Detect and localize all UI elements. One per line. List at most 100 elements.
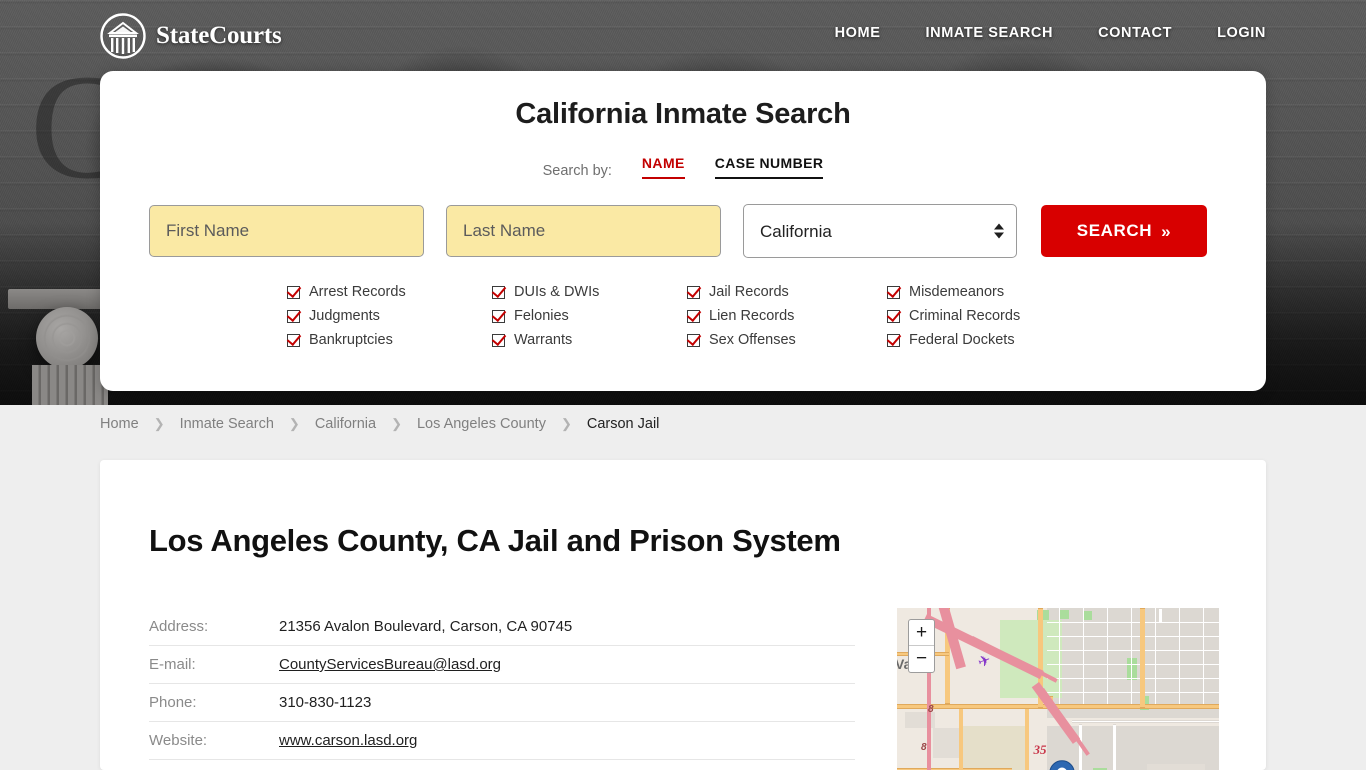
checkbox-judgments[interactable]: Judgments (287, 304, 492, 328)
breadcrumb-item-carson-jail: Carson Jail (587, 416, 660, 432)
checkbox-label: Lien Records (709, 308, 794, 324)
table-row: Address: 21356 Avalon Boulevard, Carson,… (149, 608, 855, 646)
checkbox-label: Judgments (309, 308, 380, 324)
courthouse-logo-icon (100, 13, 146, 59)
search-panel-title: California Inmate Search (100, 71, 1266, 131)
inmate-search-panel: California Inmate Search Search by: NAME… (100, 71, 1266, 391)
table-row: Facebook: https://www.facebook.com/Carso… (149, 760, 855, 770)
checkbox-criminal-records[interactable]: Criminal Records (887, 304, 1087, 328)
checkbox-federal-dockets[interactable]: Federal Dockets (887, 328, 1087, 352)
checkmark-icon (687, 310, 700, 323)
checkmark-icon (287, 334, 300, 347)
top-navigation-bar: StateCourts HOME INMATE SEARCH CONTACT L… (0, 0, 1366, 72)
breadcrumb-separator-icon: ❯ (546, 416, 587, 432)
nav-item-home[interactable]: HOME (835, 25, 881, 41)
checkbox-label: Sex Offenses (709, 332, 796, 348)
state-select[interactable]: California (743, 204, 1017, 258)
table-row: Website: www.carson.lasd.org (149, 722, 855, 760)
map-zoom-in-button[interactable]: + (909, 620, 934, 646)
double-chevron-right-icon: » (1161, 223, 1171, 240)
checkbox-sex-offenses[interactable]: Sex Offenses (687, 328, 887, 352)
breadcrumb-item-inmate-search[interactable]: Inmate Search (180, 416, 274, 432)
checkmark-icon (287, 286, 300, 299)
page-body: Los Angeles County, CA Jail and Prison S… (0, 442, 1366, 768)
checkbox-bankruptcies[interactable]: Bankruptcies (287, 328, 492, 352)
website-link[interactable]: www.carson.lasd.org (279, 732, 417, 749)
search-button[interactable]: SEARCH » (1041, 205, 1207, 257)
route-label-8b: 8 (921, 742, 927, 753)
row-value-address: 21356 Avalon Boulevard, Carson, CA 90745 (279, 608, 855, 646)
location-pin-icon (1049, 760, 1075, 770)
brand-logo[interactable]: StateCourts (100, 13, 282, 59)
breadcrumb-separator-icon: ❯ (139, 416, 180, 432)
checkmark-icon (887, 310, 900, 323)
checkbox-warrants[interactable]: Warrants (492, 328, 687, 352)
checkmark-icon (887, 286, 900, 299)
search-by-label: Search by: (543, 163, 612, 179)
row-value-website: www.carson.lasd.org (279, 722, 855, 760)
checkmark-icon (492, 286, 505, 299)
route-label-8a: 8 (928, 704, 934, 715)
checkbox-jail-records[interactable]: Jail Records (687, 280, 887, 304)
page-title: Los Angeles County, CA Jail and Prison S… (100, 460, 1266, 559)
breadcrumb-item-home[interactable]: Home (100, 416, 139, 432)
checkmark-icon (287, 310, 300, 323)
nav-item-contact[interactable]: CONTACT (1098, 25, 1172, 41)
checkbox-label: Criminal Records (909, 308, 1020, 324)
row-value-email: CountyServicesBureau@lasd.org (279, 646, 855, 684)
checkbox-misdemeanors[interactable]: Misdemeanors (887, 280, 1087, 304)
checkbox-label: Felonies (514, 308, 569, 324)
state-select-wrapper: California (743, 204, 1017, 258)
row-value-phone: 310-830-1123 (279, 684, 855, 722)
checkbox-duis-dwis[interactable]: DUIs & DWIs (492, 280, 687, 304)
breadcrumb-item-los-angeles-county[interactable]: Los Angeles County (417, 416, 546, 432)
nav-item-inmate-search[interactable]: INMATE SEARCH (926, 25, 1054, 41)
checkmark-icon (687, 334, 700, 347)
row-label-address: Address: (149, 608, 279, 646)
row-label-phone: Phone: (149, 684, 279, 722)
brand-name: StateCourts (156, 22, 282, 50)
nav-item-login[interactable]: LOGIN (1217, 25, 1266, 41)
breadcrumb-separator-icon: ❯ (376, 416, 417, 432)
row-label-email: E-mail: (149, 646, 279, 684)
last-name-input[interactable] (446, 205, 721, 257)
checkbox-arrest-records[interactable]: Arrest Records (287, 280, 492, 304)
table-row: Phone: 310-830-1123 (149, 684, 855, 722)
checkbox-label: Federal Dockets (909, 332, 1015, 348)
breadcrumb-item-california[interactable]: California (315, 416, 376, 432)
row-label-website: Website: (149, 722, 279, 760)
tab-name[interactable]: NAME (642, 155, 685, 179)
nav-links: HOME INMATE SEARCH CONTACT LOGIN (835, 25, 1266, 41)
email-link[interactable]: CountyServicesBureau@lasd.org (279, 656, 501, 673)
map-zoom-out-button[interactable]: − (909, 646, 934, 672)
checkbox-label: Arrest Records (309, 284, 406, 300)
breadcrumb: Home ❯ Inmate Search ❯ California ❯ Los … (0, 405, 1366, 442)
checkbox-felonies[interactable]: Felonies (492, 304, 687, 328)
record-type-checkbox-grid: Arrest Records DUIs & DWIs Jail Records … (100, 280, 1266, 352)
facility-detail-card: Los Angeles County, CA Jail and Prison S… (100, 460, 1266, 770)
checkbox-label: Warrants (514, 332, 572, 348)
route-shield-35: 35 (1029, 742, 1051, 757)
checkbox-lien-records[interactable]: Lien Records (687, 304, 887, 328)
facility-info-table: Address: 21356 Avalon Boulevard, Carson,… (149, 608, 855, 770)
checkmark-icon (887, 334, 900, 347)
tab-case-number[interactable]: CASE NUMBER (715, 155, 824, 179)
first-name-input[interactable] (149, 205, 424, 257)
breadcrumb-separator-icon: ❯ (274, 416, 315, 432)
search-form: California SEARCH » (100, 204, 1266, 258)
checkmark-icon (492, 310, 505, 323)
checkmark-icon (687, 286, 700, 299)
row-value-facebook: https://www.facebook.com/CarsonSheriffsS… (279, 760, 855, 770)
map-tiles: Va 8 8 35 ✈ (897, 608, 1219, 770)
checkbox-label: Bankruptcies (309, 332, 393, 348)
search-by-row: Search by: NAME CASE NUMBER (100, 155, 1266, 179)
checkbox-label: DUIs & DWIs (514, 284, 599, 300)
map-zoom-control: + − (908, 619, 935, 673)
table-row: E-mail: CountyServicesBureau@lasd.org (149, 646, 855, 684)
checkbox-label: Misdemeanors (909, 284, 1004, 300)
checkmark-icon (492, 334, 505, 347)
checkbox-label: Jail Records (709, 284, 789, 300)
row-label-facebook: Facebook: (149, 760, 279, 770)
search-button-label: SEARCH (1077, 221, 1152, 241)
location-map[interactable]: Va 8 8 35 ✈ + − (897, 608, 1219, 770)
